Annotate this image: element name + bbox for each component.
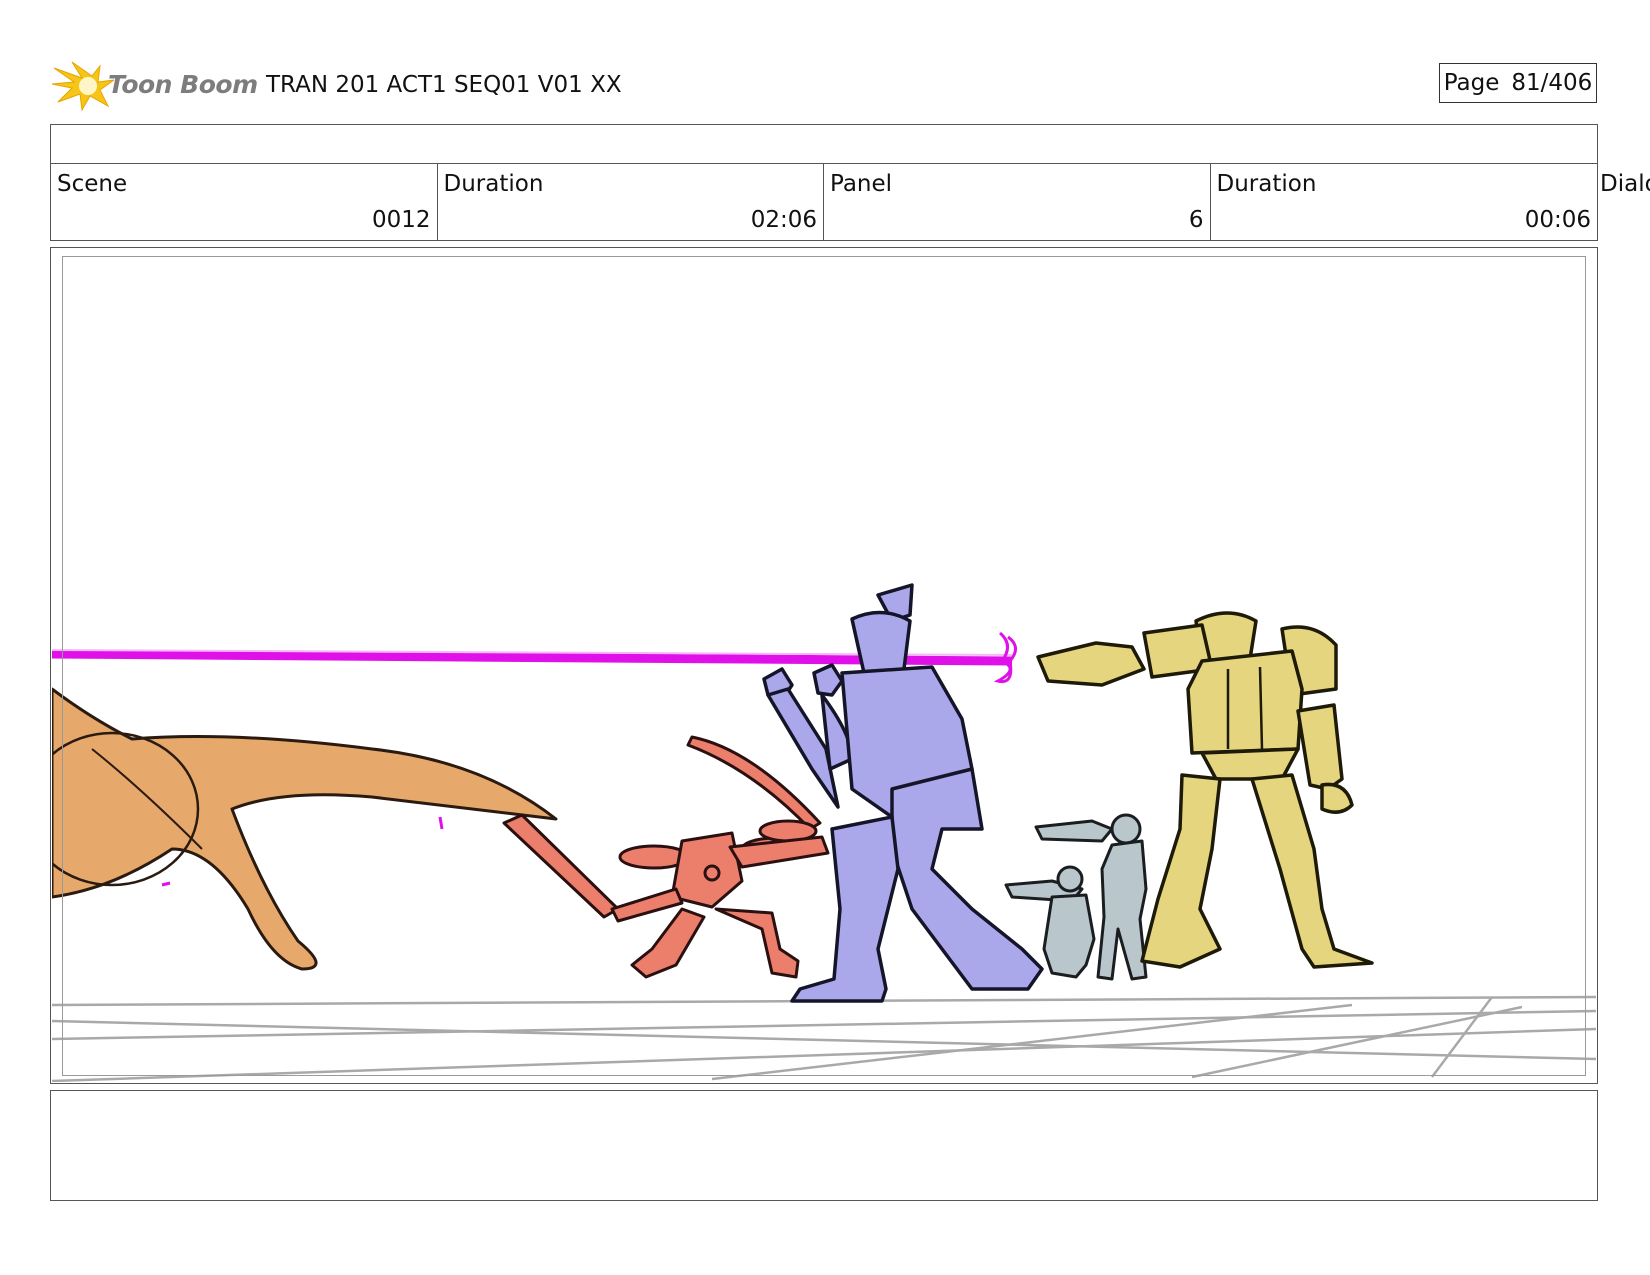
- panel-info-row: Scene 0012 Duration 02:06 Panel 6 Durati…: [50, 163, 1598, 241]
- scene-duration-label: Duration: [443, 171, 544, 197]
- scene-value: 0012: [371, 207, 431, 233]
- scene-label: Scene: [57, 171, 128, 197]
- sequence-strip: [50, 124, 1598, 164]
- panel-value: 6: [1188, 207, 1204, 233]
- logo-wordmark: Toon Boom: [108, 70, 258, 99]
- panel-duration-label: Duration: [1216, 171, 1317, 197]
- action-notes-box: [50, 1090, 1598, 1201]
- panel-cell: Panel 6: [824, 163, 1211, 240]
- page-number: 81/406: [1511, 70, 1593, 96]
- scene-duration-cell: Duration 02:06: [438, 163, 824, 240]
- panel-safe-frame: [62, 256, 1586, 1076]
- panel-duration-cell: Duration 00:06: [1211, 163, 1598, 240]
- scene-duration-value: 02:06: [750, 207, 817, 233]
- page-label: Page: [1443, 70, 1500, 96]
- panel-label: Panel: [830, 171, 893, 197]
- document-title: TRAN 201 ACT1 SEQ01 V01 XX: [266, 72, 622, 98]
- panel-duration-value: 00:06: [1524, 207, 1591, 233]
- page-indicator: Page 81/406: [1439, 63, 1597, 103]
- scene-cell: Scene 0012: [51, 163, 438, 240]
- dialog-label-clipped: Dialo: [1600, 171, 1650, 197]
